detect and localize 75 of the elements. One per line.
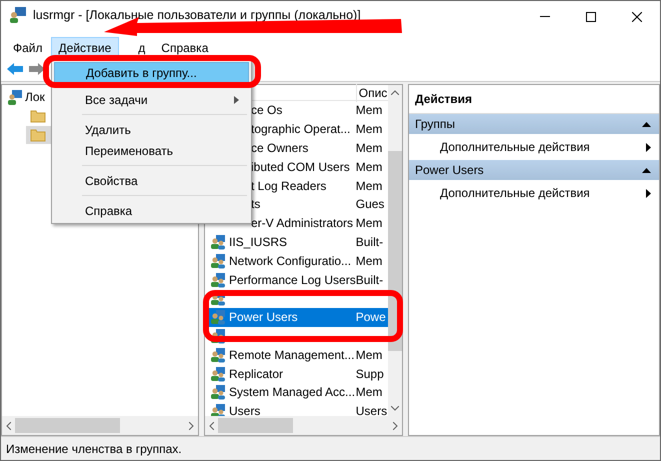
- submenu-arrow-icon: [646, 142, 651, 152]
- section-header[interactable]: Группы: [409, 114, 659, 134]
- maximize-icon: [586, 12, 596, 22]
- scroll-down-icon[interactable]: [390, 406, 399, 412]
- collapse-icon[interactable]: [642, 168, 651, 172]
- status-text: Изменение членства в группах.: [6, 440, 182, 458]
- group-description: Mem: [356, 121, 384, 138]
- minimize-icon: [540, 16, 550, 18]
- group-description: Mem: [356, 140, 384, 157]
- group-name[interactable]: IIS_IUSRS: [228, 232, 356, 251]
- menu-item[interactable]: Все задачи: [54, 89, 249, 110]
- group-name[interactable]: Remote Management...: [228, 346, 356, 364]
- group-icon: [210, 328, 226, 344]
- menu-item[interactable]: Справка: [54, 200, 249, 221]
- group-description: Built-: [356, 272, 384, 289]
- menu-item[interactable]: Справка: [153, 37, 216, 56]
- window-title: lusrmgr - [Локальные пользователи и группы (локально)]: [33, 7, 361, 24]
- action-item[interactable]: Дополнительные действия: [409, 134, 659, 160]
- group-name[interactable]: tographic Operat...: [250, 120, 356, 138]
- menu-item[interactable]: Свойства: [54, 170, 249, 191]
- forward-arrow-icon[interactable]: [29, 62, 45, 76]
- group-description: Mem: [356, 178, 384, 195]
- section-header[interactable]: Power Users: [409, 160, 659, 180]
- menu-item[interactable]: Добавить в группу...: [54, 62, 249, 83]
- submenu-arrow-icon: [234, 96, 239, 104]
- close-icon: [632, 12, 642, 22]
- tree-item[interactable]: Лок: [25, 88, 45, 106]
- collapse-icon[interactable]: [642, 122, 651, 126]
- group-name[interactable]: ts: [250, 195, 356, 214]
- group-name[interactable]: Network Configuratio...: [228, 252, 356, 270]
- group-icon: [210, 234, 226, 250]
- group-name[interactable]: ibuted COM Users: [250, 158, 356, 176]
- scroll-up-icon[interactable]: [390, 90, 399, 95]
- menu-item[interactable]: Удалить: [54, 119, 249, 140]
- group-name[interactable]: System Managed Acc...: [228, 383, 356, 402]
- group-icon: [210, 252, 226, 269]
- computer-icon: [7, 89, 23, 106]
- vertical-scrollbar[interactable]: [388, 85, 402, 416]
- group-name[interactable]: Performance Log Users: [228, 270, 356, 289]
- app-icon: [9, 6, 27, 24]
- menu-item[interactable]: Переименовать: [54, 140, 249, 161]
- menu-item[interactable]: д: [119, 37, 154, 56]
- group-description: Supp: [356, 366, 385, 383]
- folder-icon: [30, 126, 46, 143]
- group-icon: [210, 384, 226, 400]
- group-name[interactable]: Users: [228, 402, 356, 420]
- group-description: Mem: [356, 252, 384, 270]
- group-name[interactable]: Power Users: [228, 308, 356, 326]
- group-icon: [210, 366, 226, 382]
- group-description: Mem: [356, 158, 384, 176]
- scroll-left-icon[interactable]: [209, 422, 214, 430]
- group-name[interactable]: er-V Administrators: [250, 214, 356, 232]
- horizontal-scrollbar[interactable]: [2, 416, 198, 435]
- group-description: Mem: [356, 215, 384, 232]
- group-description: Gues: [356, 196, 386, 214]
- folder-icon: [30, 108, 46, 124]
- group-description: Built-: [356, 234, 384, 251]
- menu-item[interactable]: Файл: [5, 37, 51, 56]
- scroll-left-icon[interactable]: [6, 422, 11, 430]
- group-description: Mem: [356, 384, 384, 402]
- group-description: Powe: [356, 309, 387, 326]
- submenu-arrow-icon: [646, 188, 651, 198]
- scroll-right-icon[interactable]: [393, 422, 398, 430]
- group-name[interactable]: Replicator: [228, 364, 356, 383]
- back-arrow-icon[interactable]: [7, 62, 23, 76]
- group-icon: [210, 346, 226, 363]
- group-description: Users: [356, 403, 388, 420]
- action-item[interactable]: Дополнительные действия: [409, 180, 659, 206]
- group-description: Mem: [356, 102, 384, 120]
- group-icon: [210, 309, 226, 326]
- group-icon: [210, 272, 226, 288]
- menu-item[interactable]: Действие: [50, 37, 120, 56]
- horizontal-scrollbar[interactable]: [205, 416, 402, 435]
- scroll-right-icon[interactable]: [189, 422, 194, 430]
- group-description: Mem: [356, 346, 384, 364]
